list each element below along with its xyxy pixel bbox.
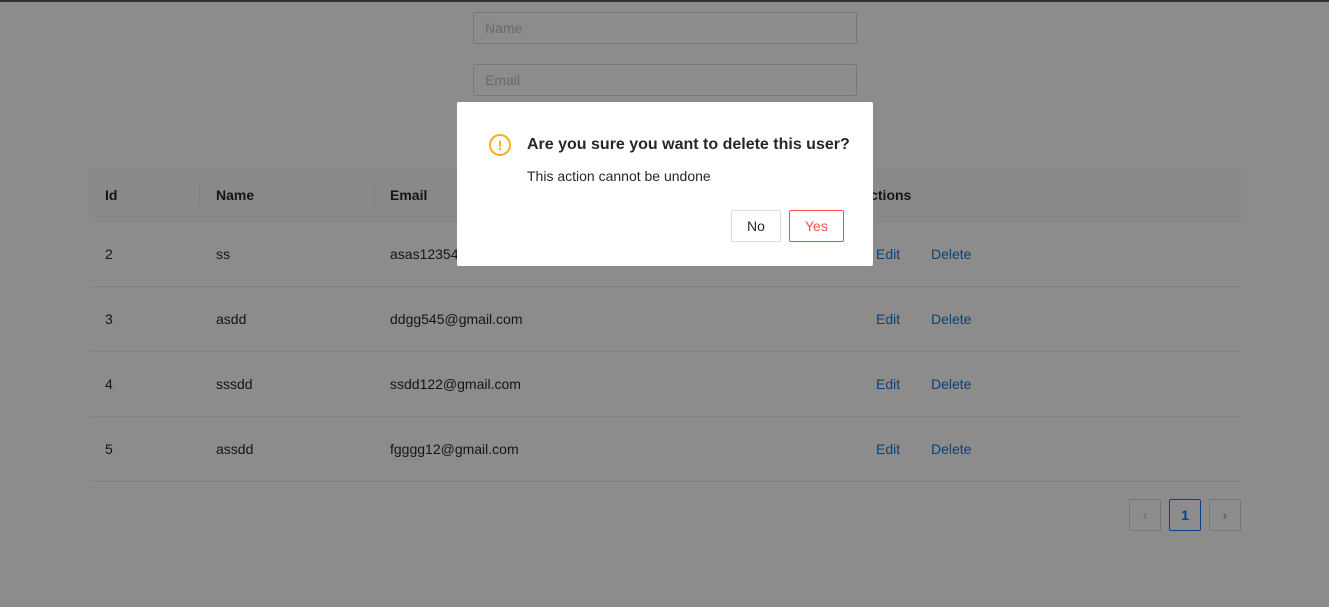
dialog-title: Are you sure you want to delete this use…	[527, 136, 850, 153]
exclamation-circle-icon: !	[489, 134, 511, 156]
dialog-content: This action cannot be undone	[527, 168, 711, 184]
confirm-delete-dialog: ! Are you sure you want to delete this u…	[457, 102, 873, 266]
modal-mask[interactable]	[0, 0, 1329, 607]
yes-button[interactable]: Yes	[789, 210, 844, 242]
no-button[interactable]: No	[731, 210, 781, 242]
